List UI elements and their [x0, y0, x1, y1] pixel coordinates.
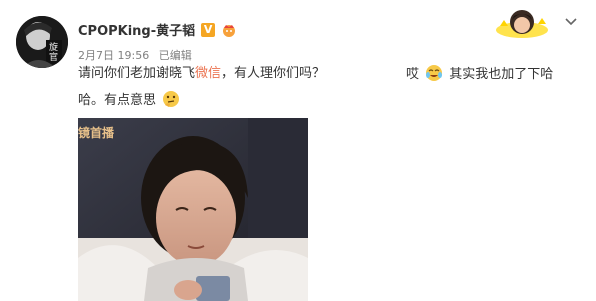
post-text-segment: 哈。有点意思 — [78, 93, 157, 108]
post-text-line1: 请问你们老加谢晓飞微信，有人理你们吗？ — [78, 64, 325, 84]
post-date[interactable]: 2月7日 19:56 — [78, 49, 149, 62]
wechat-link[interactable]: 微信 — [195, 66, 221, 81]
username[interactable]: CPOPKing-黄子韬 — [78, 20, 195, 39]
post-text-line1-right: 哎 其实我也加了下哈 — [406, 64, 553, 85]
avatar[interactable]: 旋 官 — [16, 16, 68, 68]
image-watermark: 镜首播 — [78, 126, 115, 140]
svg-text:旋: 旋 — [49, 41, 58, 53]
post-text-line2: 哈。有点意思 — [78, 90, 182, 111]
post-text-segment: 请问你们老加谢晓飞 — [78, 66, 196, 81]
username-row: CPOPKing-黄子韬 V — [78, 20, 237, 39]
post-text-segment: 哎 — [406, 67, 420, 82]
post-meta: 2月7日 19:56 已编辑 — [78, 47, 192, 63]
post-text-segment: 其实我也加了下哈 — [449, 67, 554, 82]
laugh-cry-emoji-icon — [425, 64, 443, 82]
edited-label: 已编辑 — [158, 49, 192, 62]
sticker-decoration — [490, 4, 554, 40]
thinking-emoji-icon — [162, 90, 180, 108]
post-image[interactable]: 镜首播 — [78, 118, 308, 301]
verified-icon: V — [201, 22, 216, 37]
chevron-down-icon[interactable] — [563, 14, 579, 30]
svg-text:官: 官 — [49, 51, 58, 63]
crown-icon — [221, 23, 237, 37]
post-text-segment: ，有人理你们吗？ — [221, 66, 326, 81]
